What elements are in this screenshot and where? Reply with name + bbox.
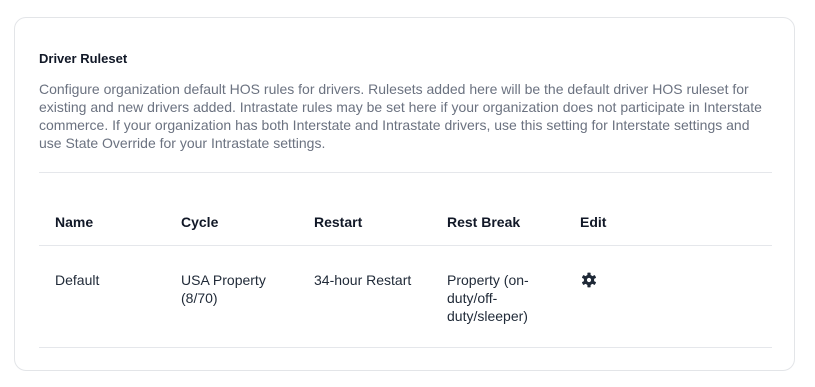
- cell-rest-break-line: Property (on-: [447, 272, 529, 288]
- section-description: Configure organization default HOS rules…: [39, 81, 762, 151]
- cell-restart: 34-hour Restart: [314, 272, 412, 288]
- table-header-divider: [39, 245, 772, 246]
- table-bottom-divider: [39, 347, 772, 348]
- cell-name: Default: [55, 272, 100, 288]
- gear-icon[interactable]: [581, 272, 597, 288]
- column-header-name: Name: [55, 214, 94, 230]
- column-header-cycle: Cycle: [181, 214, 219, 230]
- cell-cycle: USA Property (8/70): [181, 271, 266, 307]
- column-header-rest-break: Rest Break: [447, 214, 521, 230]
- cell-cycle-line: USA Property: [181, 272, 266, 288]
- cell-rest-break-line: duty/sleeper): [447, 308, 528, 324]
- column-header-edit: Edit: [580, 214, 607, 230]
- section-title: Driver Ruleset: [39, 51, 128, 66]
- header-divider: [39, 172, 772, 173]
- cell-rest-break: Property (on- duty/off- duty/sleeper): [447, 271, 529, 325]
- column-header-restart: Restart: [314, 214, 363, 230]
- cell-rest-break-line: duty/off-: [447, 290, 498, 306]
- cell-cycle-line: (8/70): [181, 290, 218, 306]
- driver-ruleset-card: Driver Ruleset Configure organization de…: [14, 17, 795, 371]
